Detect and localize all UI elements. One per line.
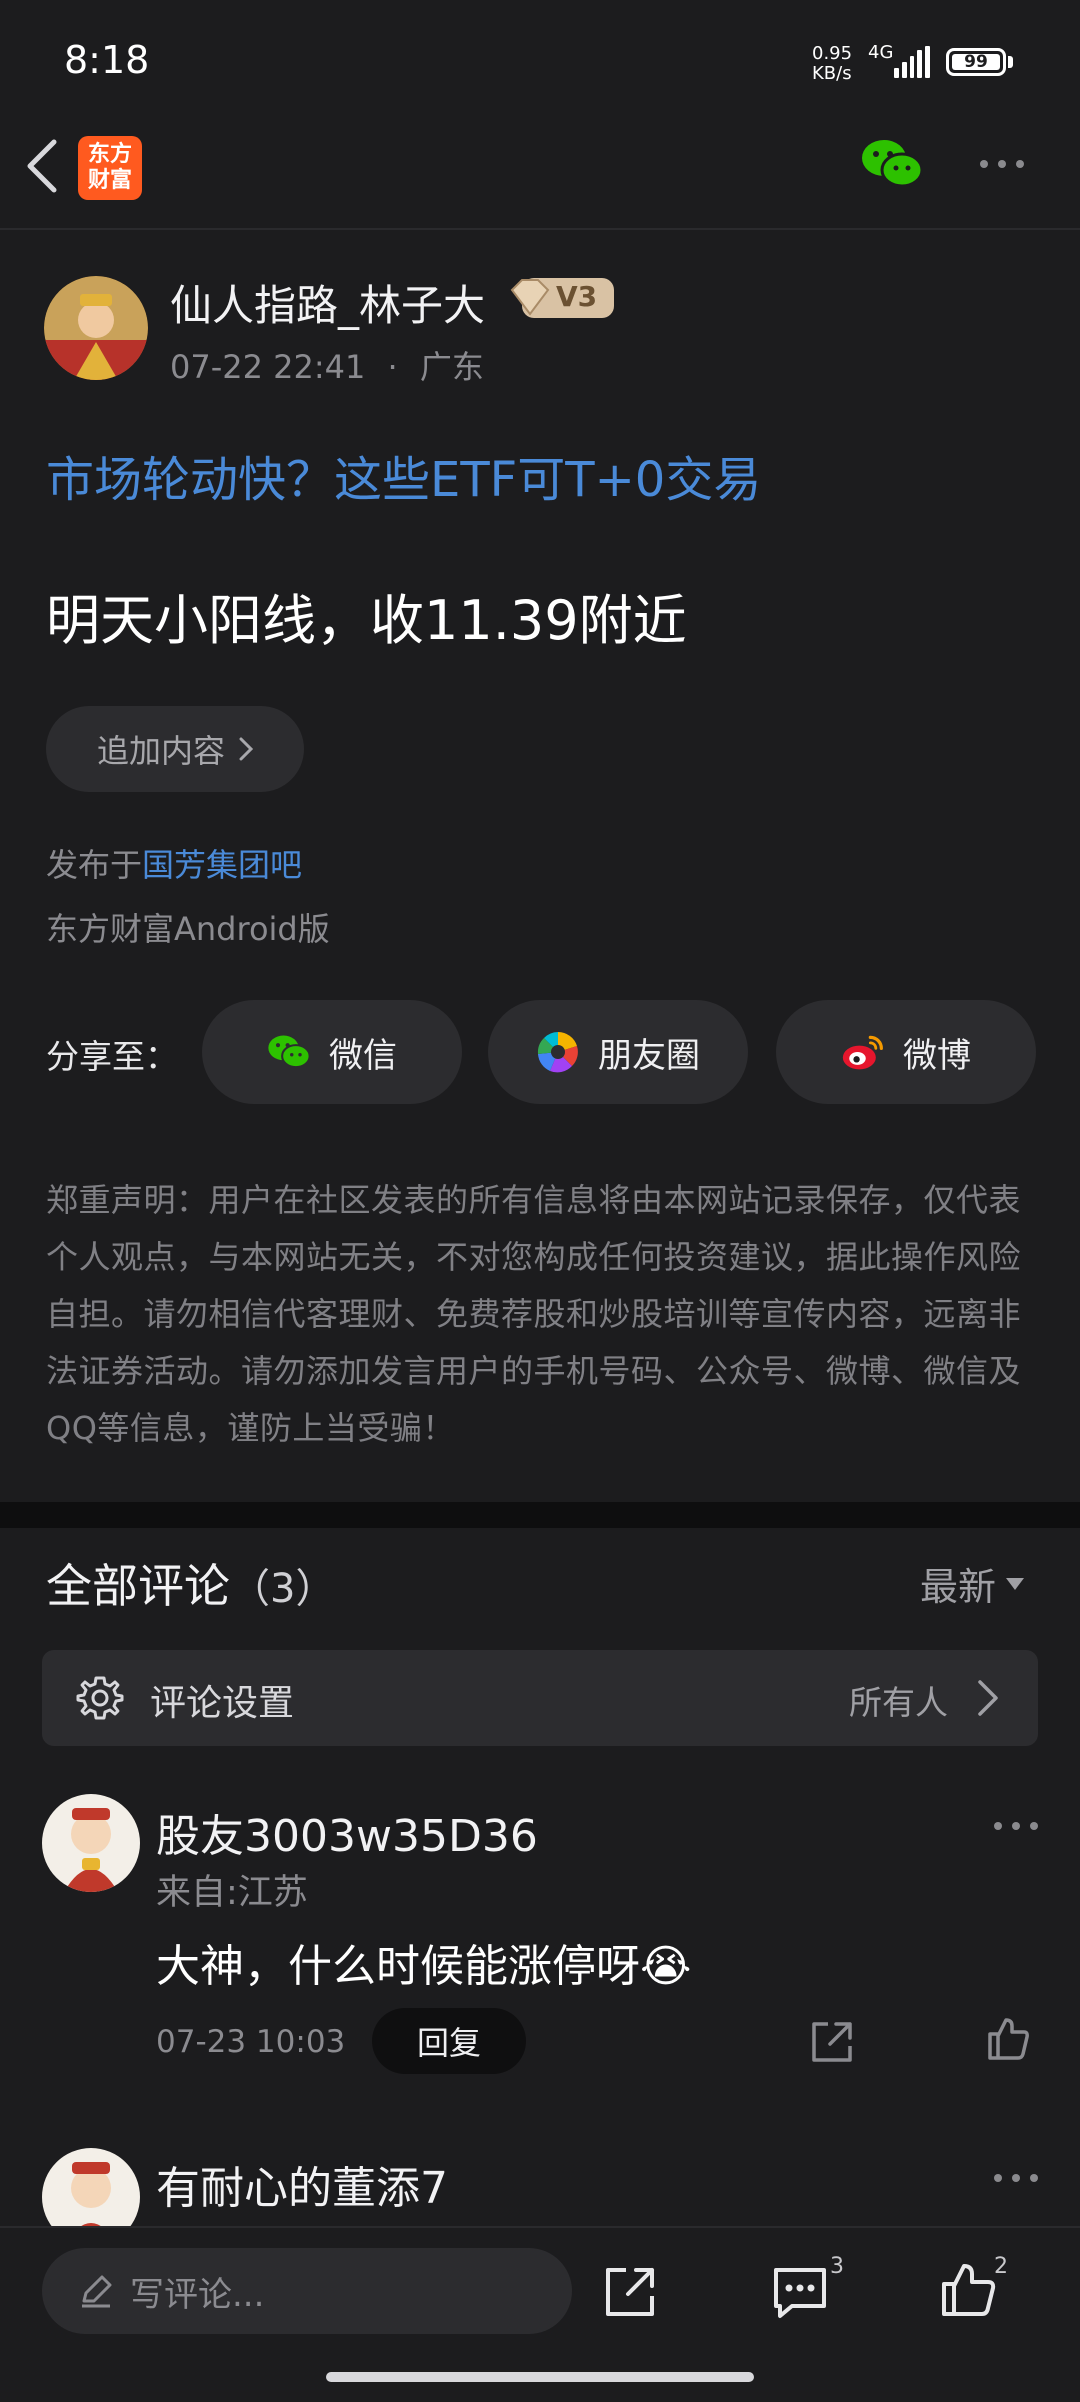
comment-input[interactable]: 写评论... [42, 2248, 572, 2334]
share-button[interactable] [600, 2262, 660, 2326]
share-wechat-button[interactable]: 微信 [202, 1000, 462, 1104]
logo-line1: 东方 [87, 142, 132, 167]
wechat-icon [268, 1035, 311, 1069]
battery-nub [1008, 56, 1013, 68]
comment-more-icon[interactable] [994, 1822, 1038, 1830]
share-icon [606, 2268, 654, 2316]
comment-time: 07-23 10:03 [156, 2024, 346, 2060]
section-divider [0, 1502, 1080, 1528]
comment-author[interactable]: 股友3003w35D36 [156, 1800, 538, 1864]
share-weibo-button[interactable]: 微博 [776, 1000, 1036, 1104]
post-source: 东方财富Android版 [46, 910, 330, 948]
comment-bubble-icon [774, 2268, 826, 2318]
share-moments-button[interactable]: 朋友圈 [488, 1000, 748, 1104]
author-name[interactable]: 仙人指路_林子大 [170, 272, 485, 333]
like-button[interactable] [938, 2260, 998, 2324]
chevron-right-icon [239, 737, 253, 761]
comment-avatar[interactable] [42, 1794, 140, 1892]
app-logo[interactable]: 东方 财富 [78, 136, 142, 200]
level-badge: V3 [508, 274, 616, 322]
avatar-image [44, 276, 148, 380]
stock-bar-link[interactable]: 国芳集团吧 [142, 846, 302, 884]
post-datetime: 07-22 22:41 [170, 348, 366, 386]
weibo-icon [842, 1035, 883, 1070]
published-in: 发布于国芳集团吧 [46, 840, 302, 886]
sort-dropdown[interactable]: 最新 [920, 1556, 1025, 1611]
comment-more-icon[interactable] [994, 2174, 1038, 2182]
post-location: 广东 [419, 348, 484, 386]
comment-like-button[interactable] [984, 2014, 1032, 2066]
like-count-badge: 2 [994, 2254, 1008, 2279]
comment-settings-value: 所有人 [849, 1683, 948, 1722]
append-content-label: 追加内容 [96, 732, 225, 770]
thumbs-up-icon [942, 2264, 996, 2316]
post-meta: 07-22 22:41 · 广东 [170, 342, 484, 388]
comments-header: 全部评论（3） [46, 1550, 335, 1616]
share-weibo-label: 微博 [903, 1035, 971, 1076]
comment-count-badge: 3 [830, 2254, 844, 2279]
share-wechat-label: 微信 [329, 1035, 397, 1076]
thumbs-up-icon [988, 2018, 1029, 2060]
gear-icon [76, 1676, 124, 1720]
share-label: 分享至： [46, 1037, 178, 1076]
moments-icon [537, 1032, 578, 1073]
author-avatar[interactable] [44, 276, 148, 380]
avatar-image [64, 1808, 118, 1892]
level-label: V3 [556, 280, 598, 313]
battery-icon: 99 [946, 48, 1006, 76]
chevron-right-icon [978, 1680, 998, 1716]
comment-text: 大神，什么时候能涨停呀😭 [156, 1941, 692, 1992]
header-divider [0, 228, 1080, 230]
home-indicator[interactable] [326, 2372, 754, 2382]
signal-icon [894, 44, 930, 78]
network-type: 4G [868, 42, 894, 63]
chevron-left-icon [27, 139, 57, 193]
comment-location: 来自:江苏 [156, 1873, 308, 1913]
caret-down-icon [1006, 1577, 1025, 1590]
network-speed: 0.95 KB/s [812, 44, 852, 84]
comment-share-button[interactable] [808, 2018, 856, 2070]
comments-button[interactable] [770, 2262, 830, 2326]
logo-line2: 财富 [87, 168, 132, 193]
wechat-share-button[interactable] [860, 136, 924, 192]
share-icon [812, 2022, 852, 2062]
comment-author[interactable]: 有耐心的董添7 [156, 2152, 448, 2216]
comment-input-placeholder: 写评论... [130, 2274, 265, 2315]
promo-link[interactable]: 市场轮动快？这些ETF可T+0交易 [46, 440, 761, 510]
status-time: 8:18 [64, 38, 150, 82]
more-options-icon[interactable] [980, 160, 1024, 168]
network-speed-unit: KB/s [812, 63, 852, 84]
comment-settings-label: 评论设置 [150, 1683, 295, 1724]
comment-settings-bar[interactable]: 评论设置 所有人 [42, 1650, 1038, 1746]
comments-title: 全部评论 [46, 1559, 230, 1613]
append-content-button[interactable]: 追加内容 [46, 706, 304, 792]
share-moments-label: 朋友圈 [598, 1035, 700, 1076]
network-speed-value: 0.95 [812, 43, 853, 64]
wechat-icon [862, 140, 924, 188]
meta-separator: · [387, 348, 398, 386]
reply-label: 回复 [416, 2024, 481, 2062]
pencil-icon [82, 2275, 112, 2308]
battery-level: 99 [952, 54, 1000, 71]
published-prefix: 发布于 [46, 846, 143, 884]
reply-button[interactable]: 回复 [372, 2008, 526, 2074]
sort-label: 最新 [920, 1565, 997, 1609]
post-body: 明天小阳线，收11.39附近 [46, 589, 687, 652]
disclaimer-text: 郑重声明：用户在社区发表的所有信息将由本网站记录保存，仅代表个人观点，与本网站无… [46, 1181, 1022, 1447]
comments-count: （3） [230, 1566, 336, 1612]
back-button[interactable] [20, 136, 64, 196]
